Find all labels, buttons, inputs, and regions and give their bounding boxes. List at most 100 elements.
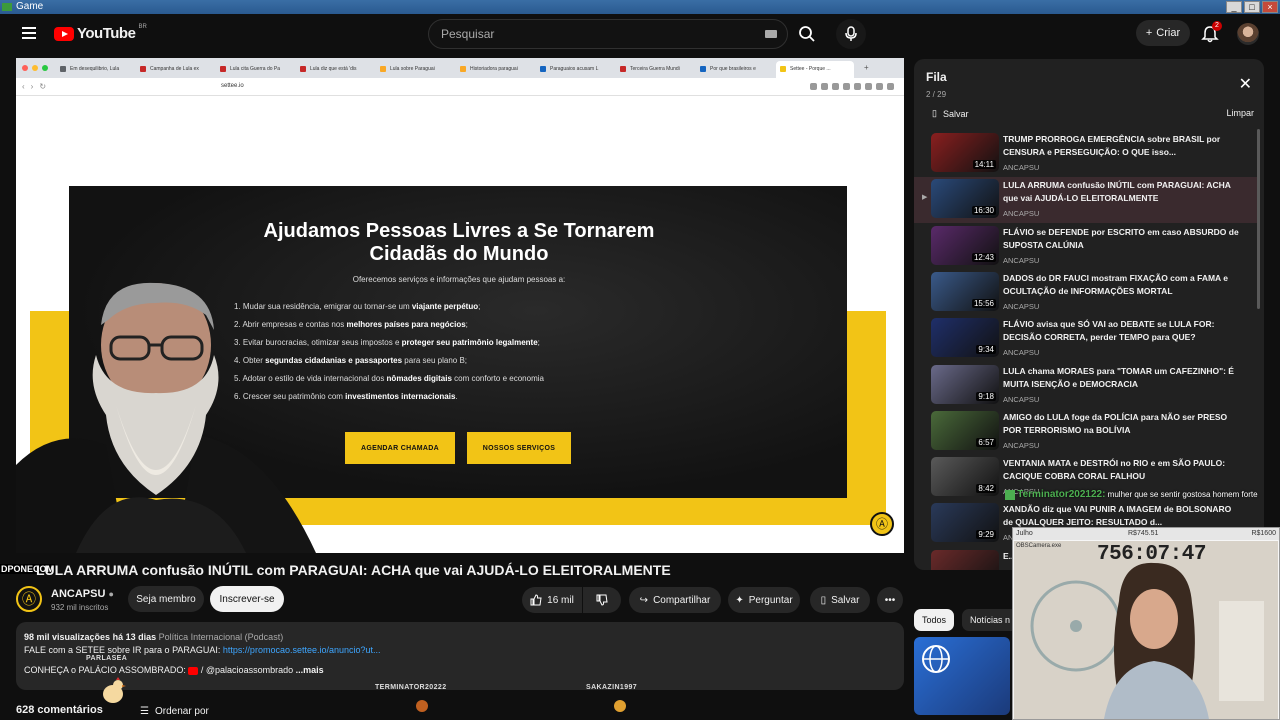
browser-tab[interactable]: Terceira Guerra Mundi (616, 61, 694, 78)
country-code: BR (138, 23, 147, 30)
keyboard-icon[interactable] (765, 30, 777, 38)
close-window-button[interactable]: × (1262, 1, 1278, 13)
browser-tab[interactable]: Por que brasileiros e (696, 61, 774, 78)
menu-icon[interactable] (22, 27, 36, 39)
item-bold-text: melhores países para negócios (346, 320, 466, 329)
queue-thumbnail[interactable]: 8:42 (931, 457, 999, 497)
voice-search-button[interactable] (836, 19, 866, 49)
new-tab-icon[interactable]: + (864, 63, 869, 72)
anarchy-logo-icon[interactable]: Ⓐ (870, 512, 894, 536)
minimize-button[interactable]: _ (1226, 1, 1242, 13)
stream-chat-overlay: Terminator202122: mulher que se sentir g… (1005, 490, 1277, 530)
thumbs-down-icon (596, 594, 608, 606)
queue-thumbnail[interactable]: 16:30 (931, 179, 999, 219)
browser-tab[interactable]: Paraguaios acusam L (536, 61, 614, 78)
video-player[interactable]: Em desequilibrio, Lula Campanha de Lula e… (16, 58, 904, 553)
queue-scrollbar[interactable] (1257, 129, 1260, 309)
browser-tab[interactable]: Em desequilibrio, Lula (56, 61, 134, 78)
video-duration: 9:29 (976, 530, 996, 540)
account-avatar[interactable] (1237, 23, 1259, 45)
donation-total: R$745.51 (1128, 530, 1159, 537)
queue-thumbnail[interactable]: 6:57 (931, 410, 999, 450)
description-text: FALE com a SETEE sobre IR para o PARAGUA… (24, 645, 223, 655)
browser-traffic-lights (22, 65, 48, 71)
recommended-video-thumbnail[interactable] (914, 637, 1010, 715)
filter-chip[interactable]: Todos (914, 609, 955, 631)
item-bold-text: proteger seu patrimônio legalmente (401, 338, 538, 347)
save-button[interactable]: ▯ Salvar (810, 587, 870, 613)
item-text-end: para seu plano B; (402, 356, 468, 365)
save-queue-button[interactable]: ▯ Salvar (932, 108, 968, 119)
browser-url[interactable]: settee.io (221, 83, 244, 89)
search-button[interactable] (788, 19, 826, 49)
promo-link[interactable]: https://promocao.settee.io/anuncio?ut... (223, 645, 381, 655)
subscribe-button[interactable]: Inscrever-se (210, 586, 284, 612)
queue-item[interactable]: 12:43 FLÁVIO se DEFENDE por ESCRITO em ca… (914, 224, 1260, 270)
video-duration: 9:34 (976, 345, 996, 355)
item-text-end: ; (537, 338, 540, 347)
join-button[interactable]: Seja membro (128, 586, 204, 612)
queue-item-channel: ANCAPSU (1003, 348, 1040, 358)
youtube-mini-icon (188, 666, 199, 675)
queue-item[interactable]: 9:34 FLÁVIO avisa que SÓ VAI ao DEBATE se… (914, 316, 1260, 362)
queue-item-title[interactable]: FLÁVIO se DEFENDE por ESCRITO em caso AB… (1003, 226, 1243, 252)
queue-thumbnail[interactable]: 12:43 (931, 225, 999, 265)
queue-item-title[interactable]: TRUMP PRORROGA EMERGÊNCIA sobre BRASIL p… (1003, 133, 1243, 159)
our-services-button[interactable]: NOSSOS SERVIÇOS (467, 432, 571, 464)
browser-tab[interactable]: Campanha de Lula ex (136, 61, 214, 78)
queue-item[interactable]: ▶ 16:30 LULA ARRUMA confusão INÚTIL com PA… (914, 177, 1260, 224)
description-line-2: CONHEÇA o PALÁCIO ASSOMBRADO: / @palacio… (24, 664, 896, 677)
queue-thumbnail[interactable]: 9:18 (931, 364, 999, 404)
cam-user: Julho (1016, 530, 1033, 537)
now-playing-icon: ▶ (922, 194, 928, 202)
channel-name[interactable]: ANCAPSU ● (51, 588, 114, 600)
dislike-button[interactable] (583, 587, 621, 613)
queue-item-title[interactable]: DADOS do DR FAUCI mostram FIXAÇÃO com a … (1003, 272, 1243, 298)
category-tag[interactable]: Política Internacional (Podcast) (159, 632, 284, 642)
close-queue-icon[interactable]: ✕ (1239, 74, 1252, 94)
channel-handle-link[interactable]: / @palacioassombrado (201, 665, 293, 675)
youtube-logo[interactable]: YouTube BR (54, 23, 147, 42)
queue-item[interactable]: 15:56 DADOS do DR FAUCI mostram FIXAÇÃO c… (914, 270, 1260, 316)
schedule-call-button[interactable]: AGENDAR CHAMADA (345, 432, 455, 464)
window-controls: _ □ × (1226, 1, 1278, 13)
show-more-button[interactable]: ...mais (296, 665, 324, 675)
queue-thumbnail[interactable]: 8:20 (931, 549, 999, 570)
description-box[interactable]: 98 mil visualizações há 13 dias Política… (16, 622, 904, 690)
sort-comments-button[interactable]: ☰ Ordenar por (140, 706, 209, 717)
share-button[interactable]: ↪ Compartilhar (629, 587, 721, 613)
queue-thumbnail[interactable]: 14:11 (931, 133, 999, 172)
browser-tab[interactable]: Settee - Porque ... (776, 61, 854, 78)
ask-button[interactable]: ✦ Perguntar (728, 587, 800, 613)
queue-item-title[interactable]: LULA ARRUMA confusão INÚTIL com PARAGUAI… (1003, 179, 1243, 205)
more-actions-button[interactable]: ••• (877, 587, 903, 613)
queue-item-title[interactable]: LULA chama MORAES para "TOMAR um CAFEZIN… (1003, 365, 1243, 391)
queue-item[interactable]: 9:18 LULA chama MORAES para "TOMAR um CAF… (914, 363, 1260, 409)
queue-item[interactable]: 14:11 TRUMP PRORROGA EMERGÊNCIA sobre BRA… (914, 131, 1260, 177)
upload-age: há 13 dias (112, 632, 157, 642)
create-button[interactable]: + Criar (1136, 20, 1190, 46)
browser-nav-arrows[interactable]: ‹›↻ (22, 82, 52, 91)
maximize-button[interactable]: □ (1244, 1, 1260, 13)
like-button[interactable]: 16 mil (522, 587, 582, 613)
item-text-end: com conforto e economia (451, 374, 544, 383)
browser-tab[interactable]: Lula cita Guerra do Pa (216, 61, 294, 78)
queue-item-title[interactable]: AMIGO do LULA foge da POLÍCIA para NÃO s… (1003, 411, 1243, 437)
video-duration: 12:43 (971, 252, 996, 262)
search-input[interactable] (441, 27, 751, 41)
queue-item-title[interactable]: VENTANIA MATA e DESTRÓI no RIO e em SÃO … (1003, 457, 1243, 483)
description-meta: 98 mil visualizações há 13 dias Política… (24, 631, 896, 644)
browser-tab[interactable]: Lula diz que está 'dis (296, 61, 374, 78)
clear-queue-button[interactable]: Limpar (1226, 108, 1254, 118)
subscriber-count: 932 mil inscritos (51, 603, 109, 612)
queue-item[interactable]: 6:57 AMIGO do LULA foge da POLÍCIA para N… (914, 409, 1260, 455)
video-duration: 15:56 (971, 298, 996, 308)
queue-item-title[interactable]: FLÁVIO avisa que SÓ VAI ao DEBATE se LUL… (1003, 318, 1243, 344)
browser-tab[interactable]: Historiadora paraguai (456, 61, 534, 78)
channel-avatar[interactable]: Ⓐ (16, 586, 42, 612)
browser-tab[interactable]: Lula sobre Paraguai (376, 61, 454, 78)
queue-thumbnail[interactable]: 9:34 (931, 318, 999, 358)
queue-thumbnail[interactable]: 9:29 (931, 503, 999, 543)
filter-chip[interactable]: Notícias n (962, 609, 1019, 631)
queue-thumbnail[interactable]: 15:56 (931, 271, 999, 311)
